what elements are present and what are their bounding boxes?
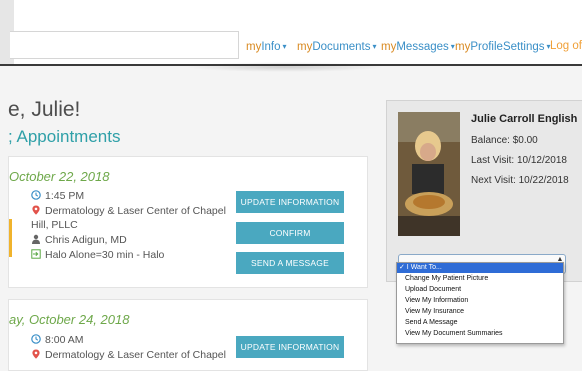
patient-balance: Balance: $0.00 <box>471 135 538 146</box>
caret-down-icon: ▾ <box>282 42 287 51</box>
clock-icon <box>31 190 41 200</box>
nav-shadow <box>185 62 385 72</box>
option-upload-document[interactable]: Upload Document <box>397 285 563 295</box>
appointment-location: Dermatology & Laser Center of Chapel <box>32 205 226 218</box>
appointment-provider: Chris Adigun, MD <box>32 234 127 247</box>
nav-label: ProfileSettings <box>470 41 545 53</box>
appointment-time: 8:00 AM <box>31 334 84 347</box>
sign-in-icon <box>31 249 41 259</box>
appointment-card: ay, October 24, 2018 8:00 AM Dermatology… <box>8 299 368 371</box>
update-information-button[interactable]: UPDATE INFORMATION <box>236 191 344 213</box>
appointment-card: October 22, 2018 1:45 PM Dermatology & L… <box>8 156 368 288</box>
location-line2: Hill, PLLC <box>31 219 78 231</box>
nav-my-messages[interactable]: myMessages ▾ <box>381 40 455 54</box>
appointment-time: 1:45 PM <box>31 190 85 203</box>
nav-prefix: my <box>297 41 313 53</box>
location-text: Dermatology & Laser Center of Chapel <box>45 205 226 217</box>
patient-last-visit: Last Visit: 10/12/2018 <box>471 155 567 166</box>
send-message-button[interactable]: SEND A MESSAGE <box>236 252 344 274</box>
patient-name: Julie Carroll English <box>471 113 578 125</box>
nav-label: Documents <box>312 41 371 53</box>
nav-prefix: my <box>246 41 262 53</box>
confirm-button[interactable]: CONFIRM <box>236 222 344 244</box>
patient-photo[interactable] <box>398 112 460 236</box>
nav-label: Messages <box>396 41 449 53</box>
option-change-picture[interactable]: Change My Patient Picture <box>397 274 563 284</box>
patient-next-visit: Next Visit: 10/22/2018 <box>471 175 569 186</box>
i-want-to-options: ✓ I Want To... Change My Patient Picture… <box>396 262 564 344</box>
option-send-message[interactable]: Send A Message <box>397 318 563 328</box>
type-text: Halo Alone=30 min - Halo <box>45 249 165 261</box>
logout-link[interactable]: Log of <box>550 40 582 52</box>
welcome-heading: e, Julie! <box>8 98 81 121</box>
appointment-location: Dermatology & Laser Center of Chapel <box>32 349 226 362</box>
option-view-information[interactable]: View My Information <box>397 296 563 306</box>
provider-text: Chris Adigun, MD <box>45 234 127 246</box>
nav-my-documents[interactable]: myDocuments ▾ <box>297 40 377 54</box>
nav-my-profile-settings[interactable]: myProfileSettings ▾ <box>455 40 551 54</box>
clock-icon <box>31 334 41 344</box>
caret-down-icon: ▾ <box>372 42 377 51</box>
appointment-type: Halo Alone=30 min - Halo <box>31 249 165 262</box>
appointments-heading: ; Appointments <box>8 127 121 146</box>
option-i-want-to[interactable]: ✓ I Want To... <box>397 263 563 273</box>
time-text: 1:45 PM <box>45 190 85 202</box>
option-view-insurance[interactable]: View My Insurance <box>397 307 563 317</box>
nav-prefix: my <box>455 41 471 53</box>
update-information-button[interactable]: UPDATE INFORMATION <box>236 336 344 358</box>
nav-label: Info <box>261 41 281 53</box>
location-text: Dermatology & Laser Center of Chapel <box>45 349 226 361</box>
card-accent <box>9 219 12 257</box>
patient-photo-image <box>398 112 460 236</box>
user-icon <box>32 234 40 244</box>
nav-my-info[interactable]: myInfo ▾ <box>246 40 287 54</box>
map-pin-icon <box>32 205 40 215</box>
search-box[interactable] <box>10 31 239 59</box>
appointment-date: October 22, 2018 <box>9 169 110 184</box>
appointment-date: ay, October 24, 2018 <box>9 312 130 327</box>
map-pin-icon <box>32 349 40 359</box>
time-text: 8:00 AM <box>45 334 84 346</box>
option-view-document-summaries[interactable]: View My Document Summaries <box>397 329 563 339</box>
nav-prefix: my <box>381 41 397 53</box>
